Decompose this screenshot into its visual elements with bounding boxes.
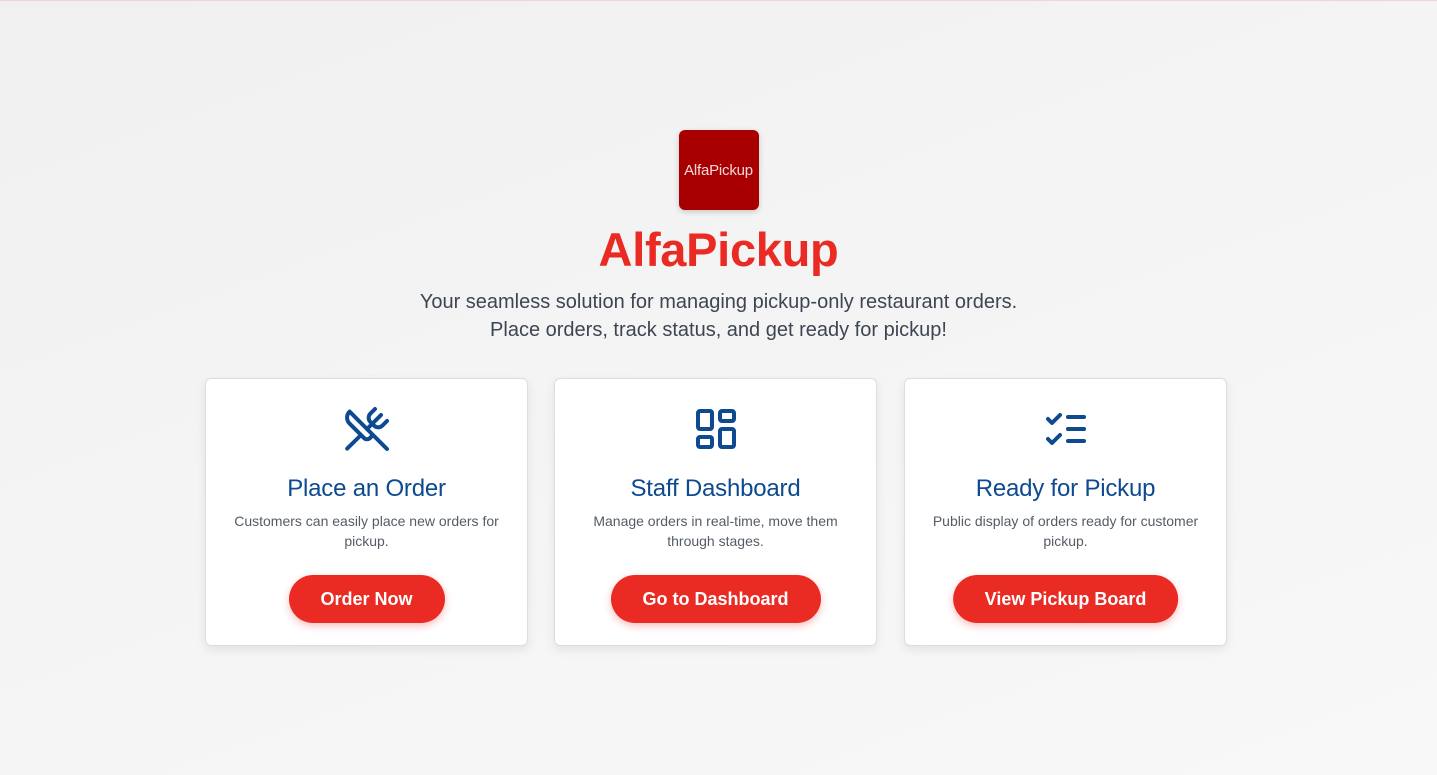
utensils-crossed-icon <box>343 405 391 453</box>
list-checks-icon <box>1042 405 1090 453</box>
layout-dashboard-icon <box>692 405 740 453</box>
card-place-order: Place an Order Customers can easily plac… <box>205 378 528 646</box>
hero-section: AlfaPickup AlfaPickup Your seamless solu… <box>0 130 1437 344</box>
go-to-dashboard-button[interactable]: Go to Dashboard <box>610 575 821 623</box>
view-pickup-board-button[interactable]: View Pickup Board <box>952 575 1179 623</box>
top-border-line <box>0 0 1437 1</box>
tagline: Your seamless solution for managing pick… <box>0 288 1437 344</box>
card-title: Place an Order <box>287 475 446 502</box>
app-title: AlfaPickup <box>598 223 839 276</box>
card-staff-dashboard: Staff Dashboard Manage orders in real-ti… <box>554 378 877 646</box>
card-title: Ready for Pickup <box>975 475 1156 502</box>
tagline-line-1: Your seamless solution for managing pick… <box>419 291 1018 313</box>
app-logo: AlfaPickup <box>678 130 759 210</box>
logo-text: AlfaPickup <box>684 161 753 179</box>
card-description: Manage orders in real-time, move them th… <box>593 513 838 549</box>
feature-cards: Place an Order Customers can easily plac… <box>205 378 1229 648</box>
tagline-line-2: Place orders, track status, and get read… <box>490 319 947 341</box>
card-description: Customers can easily place new orders fo… <box>234 513 499 549</box>
card-description: Public display of orders ready for custo… <box>932 513 1199 549</box>
order-now-button[interactable]: Order Now <box>288 575 445 623</box>
card-title: Staff Dashboard <box>630 475 801 502</box>
card-ready-for-pickup: Ready for Pickup Public display of order… <box>904 378 1227 646</box>
